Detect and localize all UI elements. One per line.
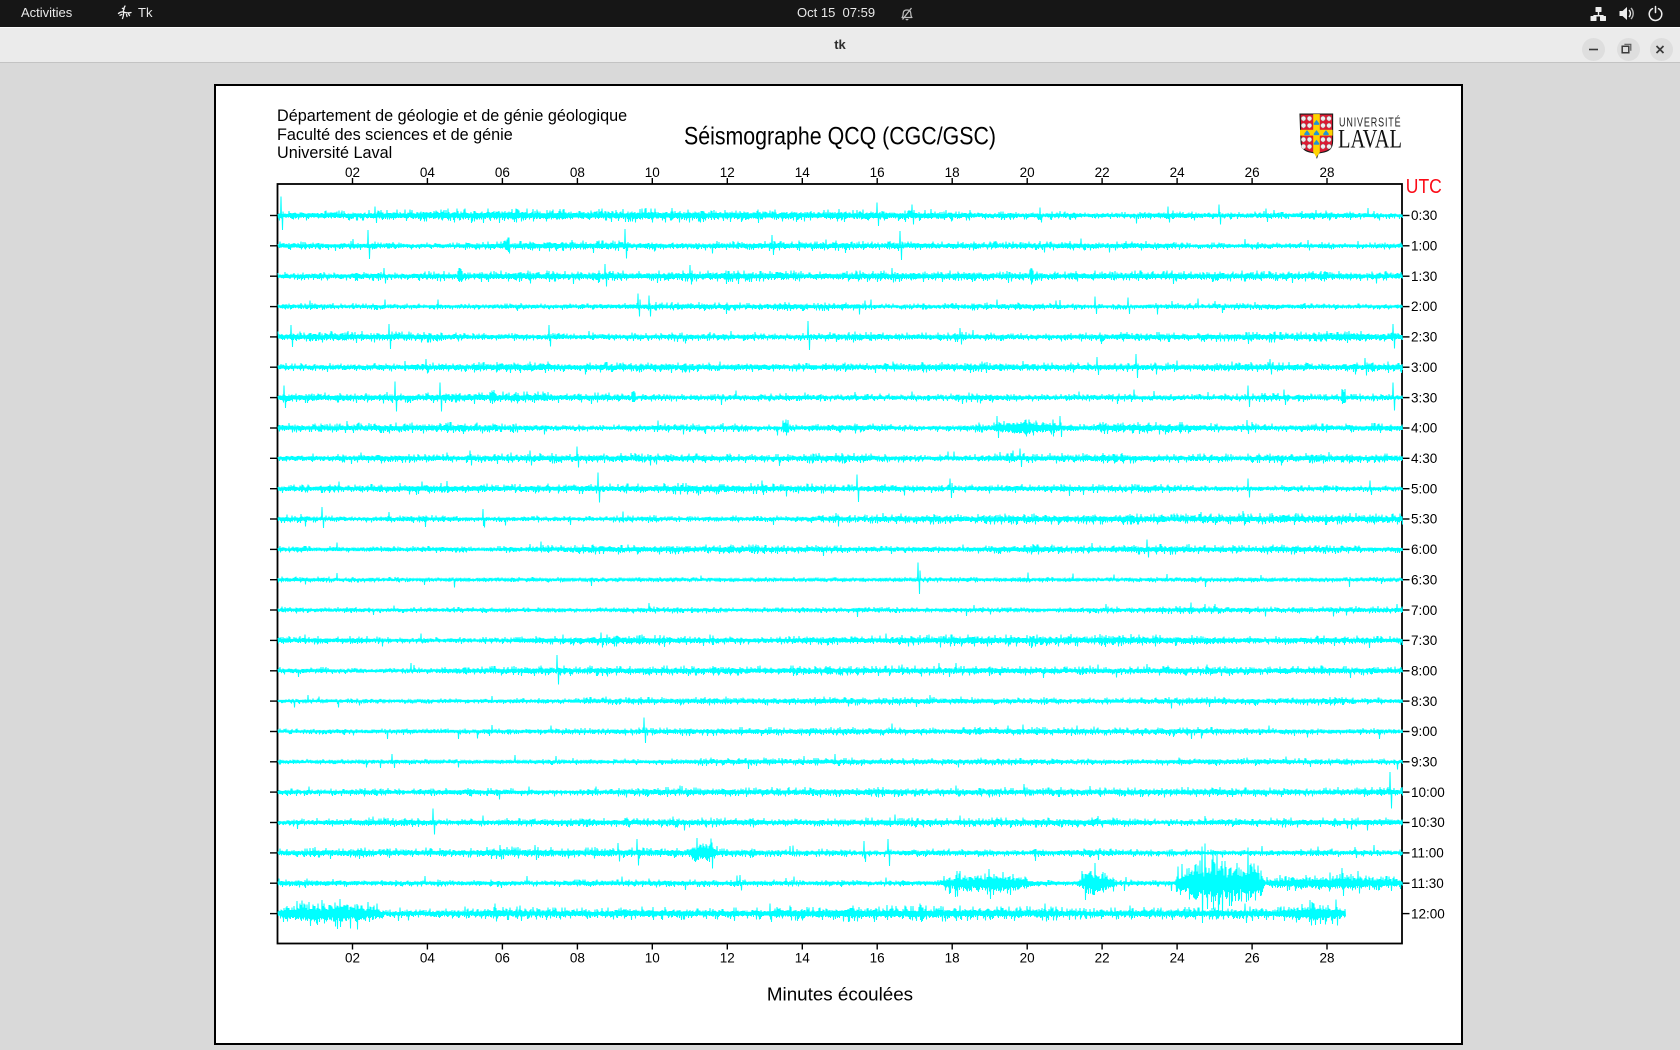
svg-text:5:30: 5:30 <box>1411 512 1437 527</box>
svg-text:10:00: 10:00 <box>1411 785 1445 800</box>
svg-text:2:00: 2:00 <box>1411 299 1437 314</box>
svg-text:22: 22 <box>1095 951 1110 966</box>
svg-text:10: 10 <box>645 951 660 966</box>
svg-text:Minutes écoulées: Minutes écoulées <box>767 984 913 1005</box>
svg-text:8:00: 8:00 <box>1411 664 1437 679</box>
svg-text:14: 14 <box>795 951 811 966</box>
svg-text:16: 16 <box>870 951 885 966</box>
svg-text:Séismographe QCQ (CGC/GSC): Séismographe QCQ (CGC/GSC) <box>684 123 996 151</box>
svg-text:0:30: 0:30 <box>1411 208 1437 223</box>
svg-text:12:00: 12:00 <box>1411 906 1445 921</box>
svg-text:06: 06 <box>495 165 510 180</box>
svg-text:6:00: 6:00 <box>1411 542 1437 557</box>
svg-text:9:30: 9:30 <box>1411 755 1437 770</box>
svg-text:5:00: 5:00 <box>1411 481 1437 496</box>
svg-text:10:30: 10:30 <box>1411 815 1445 830</box>
svg-text:28: 28 <box>1319 951 1334 966</box>
svg-text:11:30: 11:30 <box>1411 876 1444 891</box>
svg-text:1:30: 1:30 <box>1411 269 1437 284</box>
svg-text:8:30: 8:30 <box>1411 694 1437 709</box>
svg-text:02: 02 <box>345 165 360 180</box>
svg-text:11:00: 11:00 <box>1411 846 1444 861</box>
svg-text:7:00: 7:00 <box>1411 603 1437 618</box>
svg-text:12: 12 <box>720 951 735 966</box>
svg-text:4:30: 4:30 <box>1411 451 1437 466</box>
svg-text:22: 22 <box>1095 165 1110 180</box>
svg-text:24: 24 <box>1170 165 1186 180</box>
svg-text:1:00: 1:00 <box>1411 239 1437 254</box>
svg-text:02: 02 <box>345 951 360 966</box>
svg-text:10: 10 <box>645 165 660 180</box>
svg-text:14: 14 <box>795 165 811 180</box>
svg-text:9:00: 9:00 <box>1411 724 1437 739</box>
svg-text:3:00: 3:00 <box>1411 360 1437 375</box>
svg-text:18: 18 <box>945 951 960 966</box>
svg-text:18: 18 <box>945 165 960 180</box>
svg-text:2:30: 2:30 <box>1411 330 1437 345</box>
svg-text:26: 26 <box>1245 165 1260 180</box>
svg-text:28: 28 <box>1319 165 1334 180</box>
svg-text:7:30: 7:30 <box>1411 633 1437 648</box>
svg-text:UTC: UTC <box>1406 176 1442 198</box>
svg-text:3:30: 3:30 <box>1411 390 1437 405</box>
svg-text:20: 20 <box>1020 165 1035 180</box>
svg-text:20: 20 <box>1020 951 1035 966</box>
svg-text:06: 06 <box>495 951 510 966</box>
svg-text:Département de géologie et de: Département de géologie et de génie géol… <box>277 107 627 125</box>
svg-text:LAVAL: LAVAL <box>1338 125 1402 154</box>
svg-text:04: 04 <box>420 951 436 966</box>
svg-text:24: 24 <box>1170 951 1186 966</box>
svg-text:08: 08 <box>570 951 585 966</box>
svg-text:Faculté des sciences et de gén: Faculté des sciences et de génie <box>277 126 513 144</box>
svg-text:16: 16 <box>870 165 885 180</box>
svg-text:Université Laval: Université Laval <box>277 144 392 162</box>
svg-text:04: 04 <box>420 165 436 180</box>
svg-text:08: 08 <box>570 165 585 180</box>
svg-text:12: 12 <box>720 165 735 180</box>
svg-text:26: 26 <box>1245 951 1260 966</box>
svg-text:4:00: 4:00 <box>1411 421 1437 436</box>
svg-text:6:30: 6:30 <box>1411 572 1437 587</box>
